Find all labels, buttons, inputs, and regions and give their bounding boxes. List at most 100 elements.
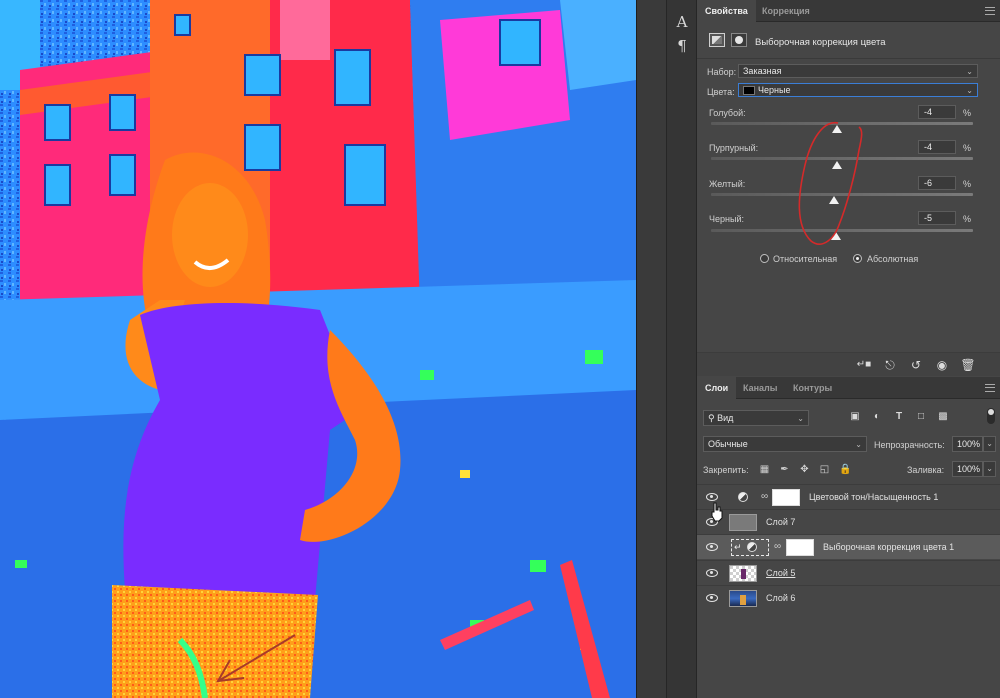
layer-mask-icon[interactable] [731, 33, 747, 47]
blend-mode-select[interactable]: Обычные ⌄ [703, 436, 867, 452]
fill-dropdown[interactable]: ⌄ [983, 461, 996, 477]
layer-filter-value: Вид [717, 413, 734, 423]
view-previous-state-icon[interactable]: ⎋ [881, 357, 899, 373]
layers-menu-icon[interactable] [985, 384, 995, 392]
opacity-dropdown[interactable]: ⌄ [983, 436, 996, 452]
paragraph-glyph: ¶ [677, 37, 687, 55]
preset-value: Заказная [743, 66, 782, 76]
adjustment-mask-icon[interactable] [709, 33, 725, 47]
preset-label: Набор: [707, 67, 737, 77]
link-icon[interactable]: ∞ [774, 541, 781, 552]
layer-filter-select[interactable]: ⚲ Вид ⌄ [703, 410, 809, 426]
layer-name: Слой 5 [766, 568, 796, 578]
character-panel-icon[interactable]: A [673, 13, 691, 31]
layer-thumbnail[interactable] [729, 565, 757, 582]
percent-sign: % [963, 214, 972, 224]
selective-color-icon [747, 542, 757, 552]
tab-adjustments[interactable]: Коррекция [754, 0, 818, 22]
chevron-down-icon: ⌄ [986, 439, 993, 448]
layer-mask-thumbnail[interactable] [786, 539, 814, 556]
smart-object-filter-icon[interactable]: ▩ [937, 411, 949, 423]
fill-input[interactable]: 100% [952, 461, 983, 477]
document-canvas[interactable] [0, 0, 636, 698]
tab-adjustments-label: Коррекция [762, 6, 810, 16]
red-annotation-stroke [798, 122, 863, 245]
percent-sign: % [963, 108, 972, 118]
image-filter-icon[interactable]: ▣ [849, 411, 861, 423]
eye-icon[interactable] [706, 594, 718, 602]
layer-name: Слой 7 [766, 517, 796, 527]
tab-properties[interactable]: Свойства [697, 0, 756, 22]
radio-absolute[interactable] [853, 254, 862, 263]
tab-channels[interactable]: Каналы [735, 377, 785, 399]
layer-row[interactable]: Слой 7 [697, 509, 1000, 534]
slider-value-input[interactable]: -5 [918, 211, 956, 225]
layer-mask-thumbnail[interactable] [772, 489, 800, 506]
tab-layers-label: Слои [705, 383, 729, 393]
filter-toggle[interactable] [987, 408, 995, 424]
shape-filter-icon[interactable]: □ [915, 411, 927, 423]
opacity-input[interactable]: 100% [952, 436, 983, 452]
layer-row-selected[interactable]: ↵ ∞ Выборочная коррекция цвета 1 [697, 534, 1000, 559]
eye-icon[interactable] [706, 543, 718, 551]
layer-name: Выборочная коррекция цвета 1 [823, 542, 955, 552]
reset-icon[interactable]: ↺ [907, 357, 925, 373]
preset-select[interactable]: Заказная ⌄ [738, 64, 978, 78]
visibility-icon[interactable]: ◉ [933, 357, 951, 373]
lock-move-icon[interactable]: ✥ [799, 464, 810, 475]
lock-label: Закрепить: [703, 465, 749, 475]
hue-saturation-icon [738, 492, 748, 502]
radio-absolute-label: Абсолютная [867, 254, 919, 264]
radio-relative-label: Относительная [773, 254, 838, 264]
slider-label: Голубой: [709, 108, 746, 118]
colors-label: Цвета: [707, 87, 735, 97]
character-glyph: A [676, 13, 688, 31]
search-icon: ⚲ [708, 413, 715, 423]
lock-artboard-icon[interactable]: ◱ [819, 464, 830, 475]
slider-value-input[interactable]: -4 [918, 140, 956, 154]
adjustment-filter-icon[interactable]: ◐ [871, 411, 883, 423]
tab-paths[interactable]: Контуры [785, 377, 840, 399]
slider-label: Желтый: [709, 179, 746, 189]
colors-select[interactable]: Черные ⌄ [738, 83, 978, 97]
layers-tab-bar: Слои Каналы Контуры [697, 377, 1000, 399]
layer-row[interactable]: ∞ Цветовой тон/Насыщенность 1 [697, 484, 1000, 509]
eye-icon[interactable] [706, 569, 718, 577]
properties-header: Выборочная коррекция цвета [697, 23, 1000, 59]
lock-all-icon[interactable]: 🔒 [839, 464, 851, 475]
layer-row[interactable]: Слой 6 [697, 585, 1000, 610]
type-filter-icon[interactable]: T [893, 411, 905, 423]
layer-name: Слой 6 [766, 593, 796, 603]
slider-value-input[interactable]: -4 [918, 105, 956, 119]
fill-value: 100% [957, 464, 981, 474]
lock-transparent-icon[interactable]: ▦ [759, 464, 770, 475]
blend-mode-value: Обычные [708, 439, 748, 449]
eye-icon[interactable] [706, 493, 718, 501]
properties-menu-icon[interactable] [985, 7, 995, 15]
mini-panel-bar: A ¶ [666, 0, 696, 698]
chevron-down-icon: ⌄ [855, 440, 862, 449]
slider-value-input[interactable]: -6 [918, 176, 956, 190]
hand-cursor-icon [711, 502, 723, 522]
layer-thumbnail[interactable] [729, 590, 757, 607]
color-swatch [743, 86, 755, 96]
chevron-down-icon: ⌄ [966, 86, 973, 95]
properties-footer: ↵■ ⎋ ↺ ◉ 🗑 [697, 352, 1000, 376]
slider-label: Пурпурный: [709, 143, 759, 153]
clip-to-layer-icon[interactable]: ↵■ [855, 357, 873, 373]
link-icon[interactable]: ∞ [761, 491, 768, 502]
colors-value: Черные [758, 85, 791, 95]
lock-paint-icon[interactable]: ✒ [779, 464, 790, 475]
adjustment-thumbnail-frame: ↵ [731, 539, 769, 556]
layer-row[interactable]: Слой 5 [697, 560, 1000, 585]
trash-icon[interactable]: 🗑 [959, 357, 977, 373]
layer-name: Цветовой тон/Насыщенность 1 [809, 492, 939, 502]
layer-thumbnail[interactable] [729, 514, 757, 531]
fill-label: Заливка: [907, 465, 945, 475]
tab-channels-label: Каналы [743, 383, 778, 393]
tab-paths-label: Контуры [793, 383, 833, 393]
slider-label: Черный: [709, 214, 744, 224]
tab-layers[interactable]: Слои [697, 377, 737, 399]
paragraph-panel-icon[interactable]: ¶ [673, 37, 691, 55]
radio-relative[interactable] [760, 254, 769, 263]
